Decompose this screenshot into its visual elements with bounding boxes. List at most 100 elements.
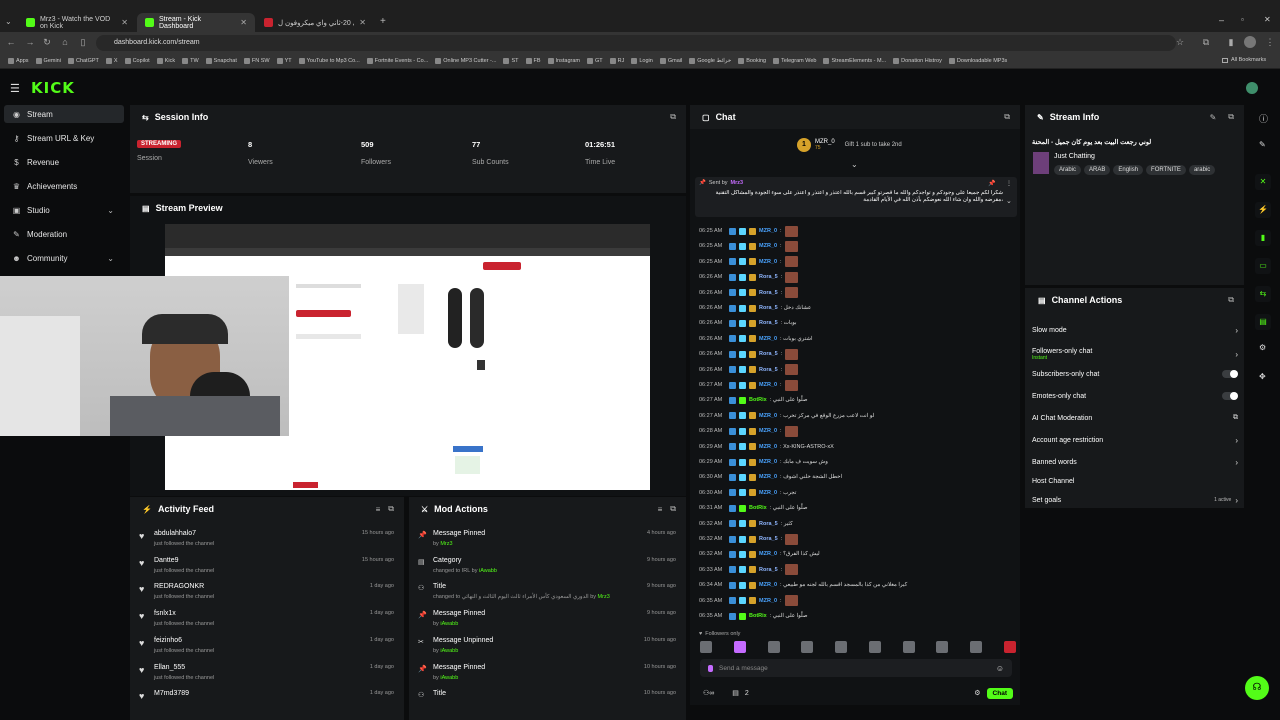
quick-emote[interactable] xyxy=(733,641,746,653)
hamburger-menu-icon[interactable]: ☰ xyxy=(10,82,20,95)
bookmark-item[interactable]: GT xyxy=(587,58,603,64)
channel-action-ai-chat-moderation[interactable]: AI Chat Moderation ⧉ xyxy=(1032,411,1238,425)
bookmark-item[interactable]: Fortnite Events - Co... xyxy=(366,58,428,64)
popout-icon[interactable]: ⧉ xyxy=(670,112,676,122)
bookmark-item[interactable]: ChatGPT xyxy=(67,58,99,64)
more-icon[interactable]: ⋮ xyxy=(1006,180,1012,187)
bookmark-item[interactable]: Google خرائط xyxy=(689,58,731,64)
bookmark-item[interactable]: Booking xyxy=(738,58,766,64)
clear-chat-icon[interactable]: ✕ xyxy=(1255,174,1271,190)
bookmark-star-icon[interactable]: ☆ xyxy=(1174,36,1186,48)
chat-input[interactable]: Send a message ☺ xyxy=(700,659,1012,677)
manage-icon[interactable]: ⚙ xyxy=(1259,343,1266,352)
bookmark-item[interactable]: Apps xyxy=(8,58,29,64)
chat-username[interactable]: BotRix xyxy=(749,505,767,511)
mod-action-user[interactable]: iAwabb xyxy=(440,648,458,654)
quick-emote[interactable] xyxy=(767,641,780,653)
bookmark-item[interactable]: TW xyxy=(182,58,199,64)
stream-tag[interactable]: Arabic xyxy=(1054,165,1082,175)
new-tab-icon[interactable]: + xyxy=(380,16,386,27)
chat-username[interactable]: MZR_0 xyxy=(759,490,777,496)
bookmark-item[interactable]: RJ xyxy=(609,58,624,64)
chat-username[interactable]: MZR_0 xyxy=(759,459,777,465)
stream-tag[interactable]: English xyxy=(1113,165,1144,175)
extensions-icon[interactable]: ⧉ xyxy=(1200,36,1212,48)
mod-action-user[interactable]: Mrz3 xyxy=(598,594,610,600)
tab-product[interactable]: بوبا في 20-ثاني واي ميكروفون ل... ✕ xyxy=(256,13,374,32)
filter-icon[interactable]: ≡ xyxy=(658,505,663,514)
chat-mode-icon[interactable]: ▭ xyxy=(1255,258,1271,274)
bookmark-item[interactable]: FB xyxy=(525,58,541,64)
mod-action-user[interactable]: iAwabb xyxy=(479,568,497,574)
bookmark-item[interactable]: StreamElements - M... xyxy=(823,58,886,64)
chat-username[interactable]: Rora_5 xyxy=(759,290,778,296)
stream-tag[interactable]: ARAB xyxy=(1084,165,1111,175)
home-icon[interactable]: ⌂ xyxy=(59,36,71,48)
help-chat-button[interactable]: ☊ xyxy=(1245,676,1269,700)
popout-icon[interactable]: ⧉ xyxy=(1228,112,1234,122)
activity-username[interactable]: feizinho6 xyxy=(154,637,182,644)
menu-dots-icon[interactable]: ⋮ xyxy=(1264,36,1276,48)
popout-icon[interactable]: ⧉ xyxy=(388,504,394,514)
host-icon[interactable]: ⇆ xyxy=(1255,286,1271,302)
chat-username[interactable]: MZR_0 xyxy=(759,259,777,265)
mic-icon[interactable] xyxy=(708,664,713,672)
bookmark-item[interactable]: Copilot xyxy=(124,58,150,64)
quick-emote[interactable] xyxy=(1003,641,1016,653)
back-icon[interactable]: ← xyxy=(5,36,17,48)
bookmark-item[interactable]: Donation Histroy xyxy=(893,58,942,64)
chat-username[interactable]: Rora_5 xyxy=(759,305,778,311)
bookmark-item[interactable]: Instagram xyxy=(547,58,580,64)
channel-action-subscribers-only-chat[interactable]: Subscribers-only chat xyxy=(1032,367,1238,381)
quick-emote[interactable] xyxy=(835,641,848,653)
quick-emote[interactable] xyxy=(902,641,915,653)
activity-username[interactable]: Dantte9 xyxy=(154,557,179,564)
chat-username[interactable]: Rora_5 xyxy=(759,536,778,542)
add-icon[interactable]: ✥ xyxy=(1259,372,1266,381)
close-icon[interactable]: ✕ xyxy=(121,18,128,27)
poll-icon[interactable]: ▤ xyxy=(1255,314,1271,330)
chat-username[interactable]: MZR_0 xyxy=(759,382,777,388)
tab-dashboard[interactable]: Stream - Kick Dashboard ✕ xyxy=(137,13,255,32)
chat-username[interactable]: BotRix xyxy=(749,397,767,403)
edit-icon[interactable]: ✎ xyxy=(1210,113,1217,122)
raid-icon[interactable]: ⚡ xyxy=(1255,202,1271,218)
sidebar-item-community[interactable]: ☻ Community ⌄ xyxy=(4,249,124,267)
chat-username[interactable]: Rora_5 xyxy=(759,567,778,573)
chat-username[interactable]: MZR_0 xyxy=(759,243,777,249)
tab-search-icon[interactable]: ⌄ xyxy=(5,17,12,26)
popout-icon[interactable]: ⧉ xyxy=(1004,112,1010,122)
window-close-icon[interactable]: ✕ xyxy=(1264,15,1271,24)
chat-username[interactable]: Rora_5 xyxy=(759,521,778,527)
activity-username[interactable]: Ellan_555 xyxy=(154,664,185,671)
stream-tag[interactable]: arabic xyxy=(1188,165,1216,175)
maximize-icon[interactable]: ▫ xyxy=(1241,15,1244,24)
chat-username[interactable]: Rora_5 xyxy=(759,320,778,326)
bookmark-item[interactable]: Gmail xyxy=(659,58,682,64)
emoji-icon[interactable]: ☺ xyxy=(996,664,1004,673)
bookmark-item[interactable]: YouTube to Mp3 Co... xyxy=(298,58,360,64)
minimize-icon[interactable]: – xyxy=(1219,15,1224,25)
bookmark-item[interactable]: ST xyxy=(503,58,519,64)
toggle-switch[interactable] xyxy=(1222,370,1238,378)
chat-username[interactable]: MZR_0 xyxy=(759,336,777,342)
edit-icon[interactable]: ✎ xyxy=(1259,140,1266,149)
chat-username[interactable]: BotRix xyxy=(749,613,767,619)
chat-username[interactable]: MZR_0 xyxy=(759,428,777,434)
bookmark-item[interactable]: FN SW xyxy=(243,58,270,64)
sidebar-item-studio[interactable]: ▣ Studio ⌄ xyxy=(4,201,124,219)
sidebar-toggle-icon[interactable]: ▮ xyxy=(1225,36,1237,48)
close-icon[interactable]: ✕ xyxy=(359,18,366,27)
unpin-icon[interactable]: 📌 xyxy=(988,180,995,187)
chat-username[interactable]: MZR_0 xyxy=(759,582,777,588)
quick-emote[interactable] xyxy=(936,641,949,653)
kick-logo[interactable]: KICK xyxy=(31,79,75,97)
forward-icon[interactable]: → xyxy=(24,36,36,48)
chevron-down-icon[interactable]: ⌄ xyxy=(851,160,858,169)
activity-username[interactable]: M7md3789 xyxy=(154,690,189,697)
mod-tools-icon[interactable]: ▮ xyxy=(1255,230,1271,246)
sidebar-item-achievements[interactable]: ♛ Achievements xyxy=(4,177,124,195)
profile-avatar-icon[interactable] xyxy=(1244,36,1256,48)
activity-username[interactable]: REDRAGONKR xyxy=(154,583,204,590)
bookmark-item[interactable]: Snapchat xyxy=(205,58,237,64)
